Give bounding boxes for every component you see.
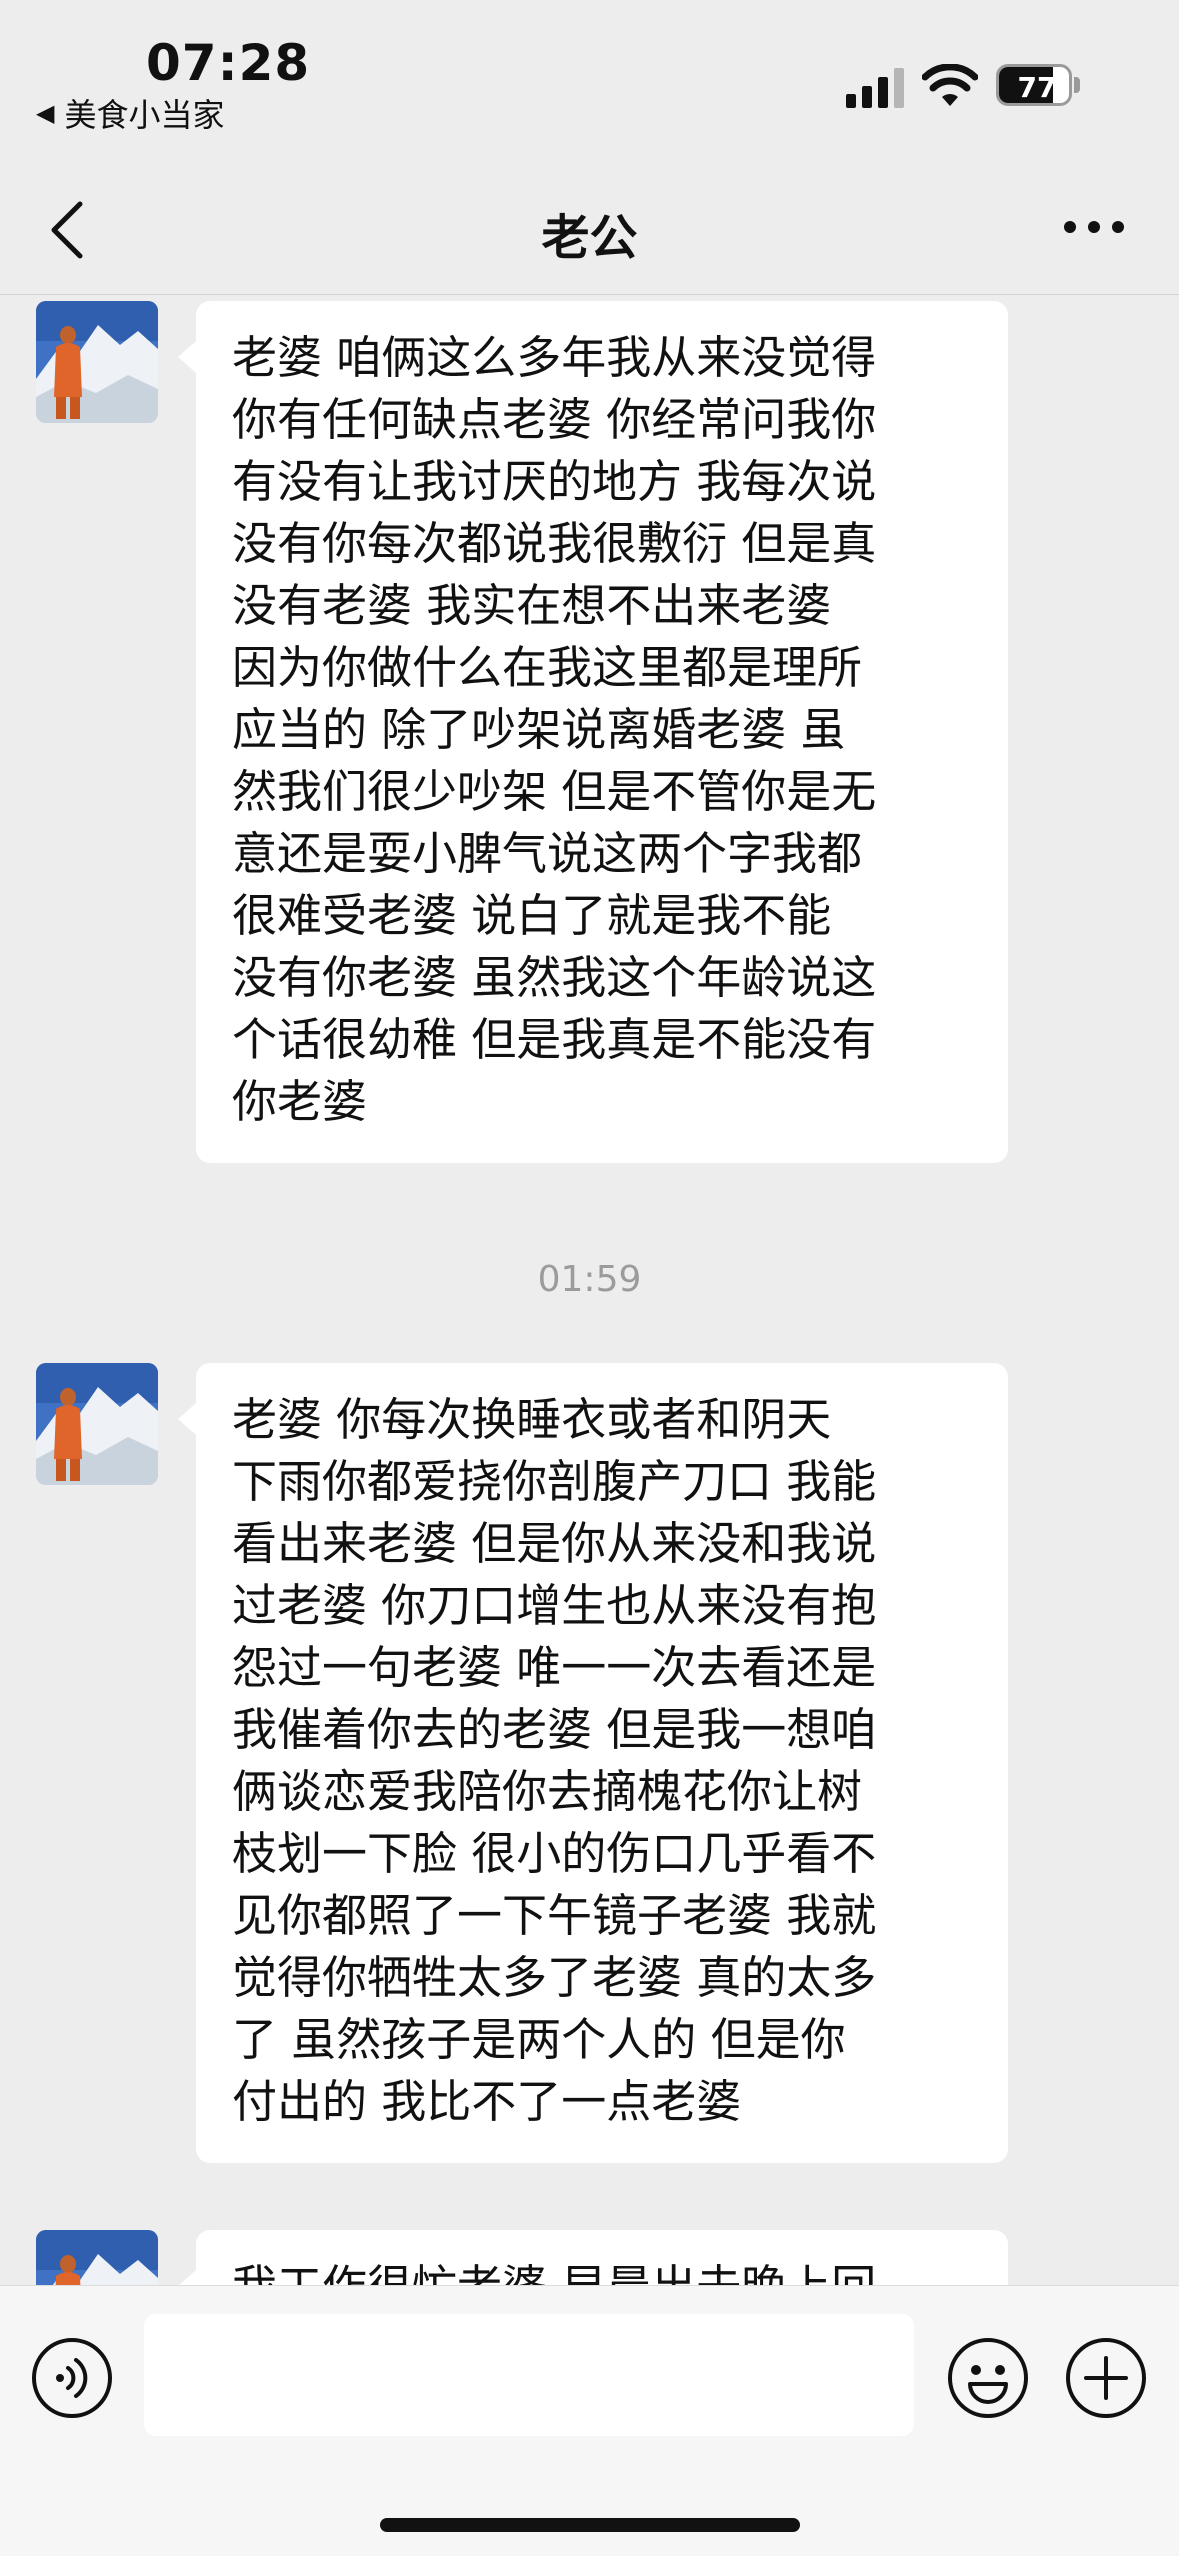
message-timestamp: 01:59 (537, 1259, 642, 1300)
battery-icon: 77 (996, 64, 1080, 106)
message-bubble[interactable]: 老婆 咱俩这么多年我从来没觉得 你有任何缺点老婆 你经常问我你 有没有让我讨厌的… (178, 301, 1008, 1163)
message-bubble[interactable]: 我工作很忙老婆 早晨出去晚上回 (178, 2230, 1008, 2285)
chat-title: 老公 (541, 210, 638, 266)
status-bar: 07:28 ◀ 美食小当家 77 (0, 0, 1179, 134)
chat-header: 老公 (0, 160, 1179, 295)
battery-level: 77 (1017, 71, 1057, 104)
contact-avatar[interactable] (36, 2230, 158, 2285)
emoji-icon[interactable] (946, 2336, 1030, 2420)
contact-avatar[interactable] (36, 301, 158, 423)
message-list[interactable]: 老婆 咱俩这么多年我从来没觉得 你有任何缺点老婆 你经常问我你 有没有让我讨厌的… (0, 295, 1179, 2285)
signal-icon (846, 68, 904, 108)
back-triangle-icon: ◀ (36, 99, 55, 127)
more-dots-icon[interactable] (1062, 212, 1126, 242)
back-app-label: 美食小当家 (64, 96, 225, 134)
home-indicator (380, 2518, 800, 2532)
wifi-icon (922, 64, 978, 106)
plus-icon[interactable] (1064, 2336, 1148, 2420)
message-bubble[interactable]: 老婆 你每次换睡衣或者和阴天 下雨你都爱挠你剖腹产刀口 我能 看出来老婆 但是你… (178, 1363, 1008, 2163)
contact-avatar[interactable] (36, 1363, 158, 1485)
status-time: 07:28 (146, 34, 311, 92)
input-bar (0, 2285, 1179, 2556)
voice-icon[interactable] (30, 2336, 114, 2420)
message-input[interactable] (144, 2314, 914, 2436)
back-to-app-link[interactable]: ◀ 美食小当家 (36, 90, 224, 136)
